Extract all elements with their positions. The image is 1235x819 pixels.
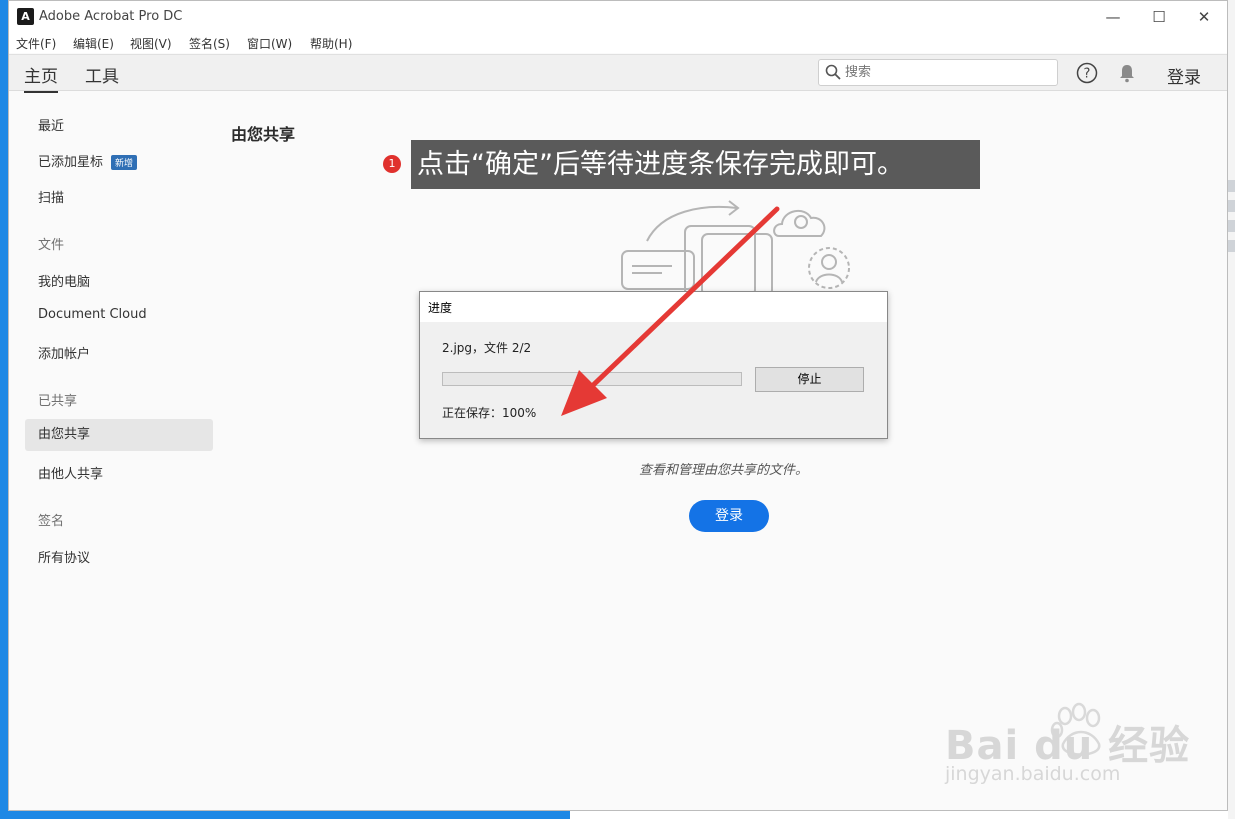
instruction-callout: 点击“确定”后等待进度条保存完成即可。: [411, 140, 980, 189]
sidebar-header-files: 文件: [38, 238, 65, 253]
menu-edit[interactable]: 编辑(E): [73, 35, 114, 52]
page-title: 由您共享: [231, 125, 296, 144]
notification-bell-icon[interactable]: [1116, 62, 1138, 84]
search-icon: [825, 64, 841, 80]
search-input[interactable]: [845, 63, 1045, 82]
sidebar-item-recent[interactable]: 最近: [38, 115, 64, 134]
shared-description: 查看和管理由您共享的文件。: [639, 463, 809, 478]
watermark-url: jingyan.baidu.com: [945, 763, 1121, 785]
sidebar-item-shared-by-others[interactable]: 由他人共享: [38, 463, 103, 482]
menu-help[interactable]: 帮助(H): [310, 35, 352, 52]
desktop-edge-left: [0, 0, 8, 819]
desktop-taskbar-edge: [0, 811, 570, 819]
title-bar: A Adobe Acrobat Pro DC — ☐ ✕: [9, 1, 1227, 33]
sidebar-header-sign: 签名: [38, 514, 65, 529]
new-badge: 新增: [111, 155, 138, 170]
sidebar-item-add-account[interactable]: 添加帐户: [38, 343, 90, 362]
sidebar-item-document-cloud[interactable]: Document Cloud: [38, 307, 147, 322]
tab-home[interactable]: 主页: [24, 62, 58, 93]
sidebar-item-scan[interactable]: 扫描: [38, 187, 64, 206]
menu-window[interactable]: 窗口(W): [247, 35, 292, 52]
sidebar: 最近 已添加星标 新增 扫描 文件 我的电脑 Document Cloud 添加帐…: [9, 92, 223, 810]
tab-tools[interactable]: 工具: [85, 62, 119, 87]
help-icon[interactable]: ?: [1076, 62, 1098, 84]
sidebar-item-all-agreements[interactable]: 所有协议: [38, 547, 90, 566]
acrobat-logo-icon: A: [17, 8, 34, 25]
minimize-button[interactable]: —: [1091, 5, 1135, 29]
red-arrow-annotation: [561, 206, 780, 416]
close-button[interactable]: ✕: [1182, 5, 1226, 29]
menu-bar: 文件(F) 编辑(E) 视图(V) 签名(S) 窗口(W) 帮助(H): [9, 33, 1227, 53]
signin-button[interactable]: 登录: [689, 500, 769, 532]
top-navigation: 主页 工具 ? 登录: [9, 54, 1227, 93]
desktop-edge-right: [1228, 0, 1235, 819]
maximize-button[interactable]: ☐: [1137, 5, 1181, 29]
window-title: Adobe Acrobat Pro DC: [39, 9, 183, 24]
search-box[interactable]: [818, 59, 1058, 86]
header-signin-link[interactable]: 登录: [1167, 63, 1201, 88]
background-window-fragment: [1228, 240, 1235, 252]
svg-text:?: ?: [1084, 67, 1091, 82]
sidebar-item-my-computer[interactable]: 我的电脑: [38, 271, 90, 290]
background-window-fragment: [1228, 220, 1235, 232]
step-number-badge: 1: [383, 155, 401, 173]
sidebar-header-shared: 已共享: [38, 394, 78, 409]
background-window-fragment: [1228, 200, 1235, 212]
dialog-title: 进度: [428, 301, 453, 315]
sidebar-item-starred[interactable]: 已添加星标 新增: [38, 151, 138, 170]
file-status-text: 2.jpg，文件 2/2: [442, 341, 532, 355]
sidebar-item-shared-by-you[interactable]: 由您共享: [25, 419, 213, 451]
acrobat-window: A Adobe Acrobat Pro DC — ☐ ✕ 文件(F) 编辑(E)…: [8, 0, 1228, 811]
menu-file[interactable]: 文件(F): [16, 35, 56, 52]
menu-view[interactable]: 视图(V): [130, 35, 172, 52]
background-window-fragment: [1228, 180, 1235, 192]
menu-sign[interactable]: 签名(S): [189, 35, 230, 52]
save-status-text: 正在保存：100%: [442, 406, 537, 420]
sidebar-item-label: 已添加星标: [38, 155, 104, 170]
